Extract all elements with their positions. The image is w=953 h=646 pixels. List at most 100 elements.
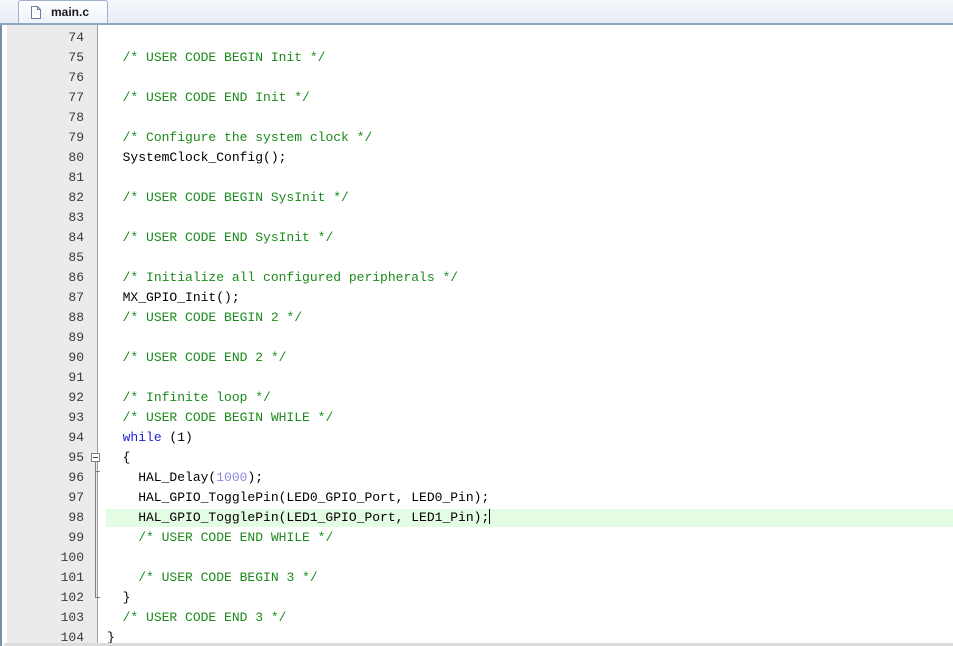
code-token-text: );: [247, 470, 264, 485]
line-number: 93: [68, 410, 84, 425]
code-line[interactable]: 90 /* USER CODE END 2 */: [2, 348, 953, 368]
code-line[interactable]: 78: [2, 108, 953, 128]
line-number: 89: [68, 330, 84, 345]
code-text: /* USER CODE BEGIN 2 */: [107, 308, 302, 328]
tab-bar: main.c: [0, 0, 953, 25]
file-icon: [31, 5, 41, 19]
fold-guide-line: [95, 548, 96, 568]
line-number: 75: [68, 50, 84, 65]
line-number: 87: [68, 290, 84, 305]
code-line[interactable]: 101 /* USER CODE BEGIN 3 */: [2, 568, 953, 588]
code-text: /* USER CODE BEGIN Init */: [107, 48, 326, 68]
code-line-current[interactable]: 98 HAL_GPIO_TogglePin(LED1_GPIO_Port, LE…: [2, 508, 953, 528]
code-line[interactable]: 95 {: [2, 448, 953, 472]
code-editor-window: main.c 74 75 /* USER CODE BEGIN Init */ 76…: [0, 0, 953, 646]
line-number: 82: [68, 190, 84, 205]
line-number: 74: [68, 30, 84, 45]
code-text: /* USER CODE BEGIN WHILE */: [107, 408, 334, 428]
fold-guide: [88, 508, 102, 528]
code-token-comment: /* Initialize all configured peripherals…: [122, 270, 459, 285]
line-number: 99: [68, 530, 84, 545]
line-number: 90: [68, 350, 84, 365]
code-line[interactable]: 85: [2, 248, 953, 268]
code-token-comment: /* USER CODE BEGIN WHILE */: [122, 410, 334, 425]
fold-guide-line: [95, 508, 96, 528]
code-line[interactable]: 91: [2, 368, 953, 388]
code-line[interactable]: 75 /* USER CODE BEGIN Init */: [2, 48, 953, 68]
fold-end-marker: [88, 588, 102, 608]
code-text: /* USER CODE BEGIN SysInit */: [107, 188, 349, 208]
code-line[interactable]: 93 /* USER CODE BEGIN WHILE */: [2, 408, 953, 428]
code-token-comment: /* USER CODE END WHILE */: [138, 530, 334, 545]
fold-guide: [88, 468, 102, 488]
line-number: 84: [68, 230, 84, 245]
code-token-text: SystemClock_Config();: [107, 150, 287, 165]
fold-guide-line: [95, 468, 96, 488]
code-line[interactable]: 102 }: [2, 588, 953, 608]
code-line[interactable]: 97 HAL_GPIO_TogglePin(LED0_GPIO_Port, LE…: [2, 488, 953, 508]
code-token-comment: /* USER CODE END Init */: [122, 90, 310, 105]
code-line[interactable]: 80 SystemClock_Config();: [2, 148, 953, 168]
editor-pane[interactable]: 74 75 /* USER CODE BEGIN Init */ 76 77 /* U…: [0, 25, 953, 646]
code-token-text: {: [107, 450, 131, 465]
line-number: 86: [68, 270, 84, 285]
code-line[interactable]: 88 /* USER CODE BEGIN 2 */: [2, 308, 953, 328]
code-text: /* USER CODE END WHILE */: [107, 528, 333, 548]
line-number: 76: [68, 70, 84, 85]
code-line[interactable]: 89: [2, 328, 953, 348]
code-line[interactable]: 74: [2, 28, 953, 48]
fold-guide-line: [95, 528, 96, 548]
code-text-area[interactable]: 74 75 /* USER CODE BEGIN Init */ 76 77 /* U…: [2, 28, 953, 646]
code-text: HAL_GPIO_TogglePin(LED1_GPIO_Port, LED1_…: [107, 508, 491, 528]
code-text: }: [107, 588, 131, 608]
code-text: /* USER CODE END SysInit */: [107, 228, 334, 248]
code-line[interactable]: 76: [2, 68, 953, 88]
fold-guide: [88, 488, 102, 508]
code-token-comment: /* Infinite loop */: [122, 390, 271, 405]
code-line[interactable]: 94 while (1): [2, 428, 953, 448]
code-text: HAL_Delay(1000);: [107, 468, 263, 488]
code-line[interactable]: 99 /* USER CODE END WHILE */: [2, 528, 953, 548]
code-line[interactable]: 83: [2, 208, 953, 228]
code-line[interactable]: 96 HAL_Delay(1000);: [2, 468, 953, 488]
minus-box-icon[interactable]: [91, 453, 100, 462]
code-line[interactable]: 92 /* Infinite loop */: [2, 388, 953, 408]
code-text: /* USER CODE BEGIN 3 */: [107, 568, 318, 588]
fold-end-line: [95, 588, 100, 598]
line-number: 80: [68, 150, 84, 165]
code-text: /* Infinite loop */: [107, 388, 271, 408]
fold-guide: [88, 568, 102, 588]
line-number: 85: [68, 250, 84, 265]
code-text: HAL_GPIO_TogglePin(LED0_GPIO_Port, LED0_…: [107, 488, 489, 508]
line-number: 91: [68, 370, 84, 385]
fold-collapse-icon[interactable]: [88, 448, 102, 472]
code-line[interactable]: 77 /* USER CODE END Init */: [2, 88, 953, 108]
line-number: 77: [68, 90, 84, 105]
code-line[interactable]: 81: [2, 168, 953, 188]
code-line[interactable]: 103 /* USER CODE END 3 */: [2, 608, 953, 628]
code-line[interactable]: 86 /* Initialize all configured peripher…: [2, 268, 953, 288]
code-line[interactable]: 82 /* USER CODE BEGIN SysInit */: [2, 188, 953, 208]
code-line[interactable]: 100: [2, 548, 953, 568]
line-number: 83: [68, 210, 84, 225]
code-token-text: }: [107, 590, 131, 605]
code-text: /* Configure the system clock */: [107, 128, 373, 148]
code-line[interactable]: 79 /* Configure the system clock */: [2, 128, 953, 148]
code-line[interactable]: 84 /* USER CODE END SysInit */: [2, 228, 953, 248]
fold-guide: [88, 528, 102, 548]
line-number: 96: [68, 470, 84, 485]
code-line[interactable]: 87 MX_GPIO_Init();: [2, 288, 953, 308]
line-number: 78: [68, 110, 84, 125]
code-text: /* USER CODE END Init */: [107, 88, 310, 108]
code-token-comment: /* USER CODE BEGIN 2 */: [122, 310, 303, 325]
tab-main-c[interactable]: main.c: [18, 0, 108, 23]
code-text: /* Initialize all configured peripherals…: [107, 268, 458, 288]
code-token-comment: /* USER CODE BEGIN 3 */: [138, 570, 318, 585]
